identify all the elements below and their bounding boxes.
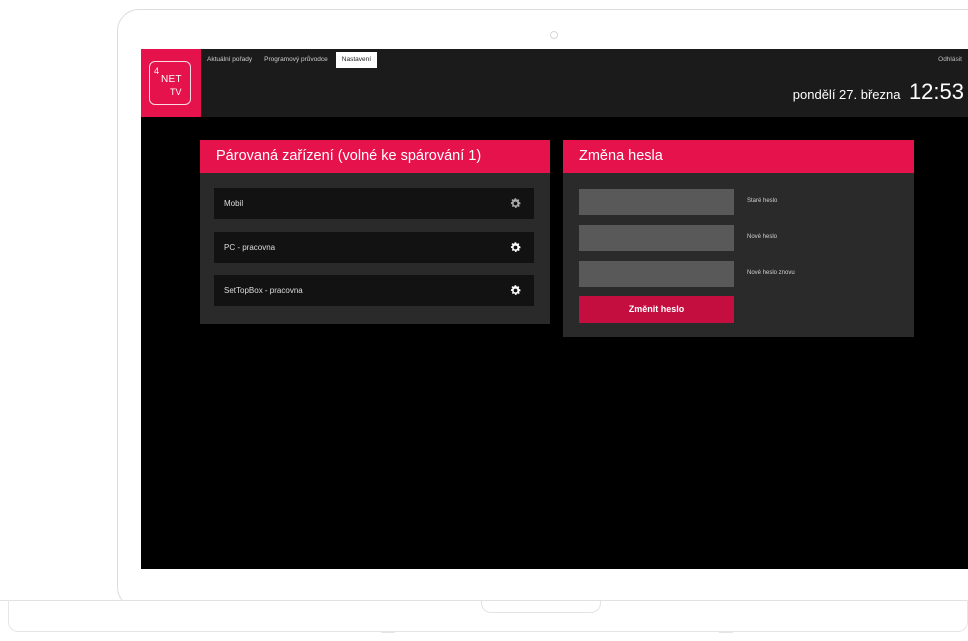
- top-bar: 4 NET TV Aktuální pořady Programový prův…: [141, 49, 968, 117]
- gear-icon[interactable]: [509, 197, 522, 210]
- device-name: PC - pracovna: [224, 243, 276, 252]
- device-row[interactable]: Mobil: [214, 188, 534, 219]
- confirm-password-label: Nové heslo znovu: [747, 270, 795, 276]
- device-row[interactable]: PC - pracovna: [214, 232, 534, 263]
- password-change-title: Změna hesla: [563, 140, 914, 173]
- date-time: pondělí 27. března 12:53: [793, 79, 964, 105]
- current-time: 12:53: [908, 79, 964, 104]
- nav-item-settings[interactable]: Nastavení: [335, 52, 378, 68]
- current-date: pondělí 27. března: [792, 87, 901, 102]
- paired-devices-title: Párovaná zařízení (volné ke spárování 1): [200, 140, 550, 173]
- logout-link[interactable]: Odhlásit: [938, 52, 962, 68]
- laptop-foot-right: [719, 631, 733, 633]
- new-password-input[interactable]: [579, 225, 734, 251]
- logo-badge: 4 NET TV: [149, 61, 191, 105]
- device-row[interactable]: SetTopBox - pracovna: [214, 275, 534, 306]
- new-password-label: Nové heslo: [747, 234, 778, 240]
- paired-devices-panel: Párovaná zařízení (volné ke spárování 1)…: [200, 140, 550, 324]
- nav-item-current-shows[interactable]: Aktuální pořady: [201, 52, 258, 68]
- confirm-password-input[interactable]: [579, 261, 734, 287]
- laptop-foot-left: [381, 631, 395, 633]
- gear-icon[interactable]: [509, 284, 522, 297]
- change-password-button[interactable]: Změnit heslo: [579, 296, 734, 323]
- device-name: Mobil: [224, 199, 244, 208]
- nav-item-program-guide[interactable]: Programový průvodce: [258, 52, 334, 68]
- main-nav: Aktuální pořady Programový průvodce Nast…: [201, 52, 378, 68]
- laptop-base-notch: [481, 601, 601, 613]
- device-name: SetTopBox - pracovna: [224, 286, 303, 295]
- app-screen: 4 NET TV Aktuální pořady Programový prův…: [141, 49, 968, 569]
- brand-logo[interactable]: 4 NET TV: [141, 49, 201, 117]
- password-change-panel: Změna hesla Staré heslo Nové heslo Nové …: [563, 140, 914, 337]
- old-password-label: Staré heslo: [747, 198, 778, 204]
- logo-four: 4: [154, 66, 160, 76]
- webcam-icon: [550, 31, 558, 39]
- old-password-input[interactable]: [579, 189, 734, 215]
- logo-tv: TV: [170, 87, 182, 97]
- gear-icon[interactable]: [509, 241, 522, 254]
- logo-net: NET: [161, 74, 182, 85]
